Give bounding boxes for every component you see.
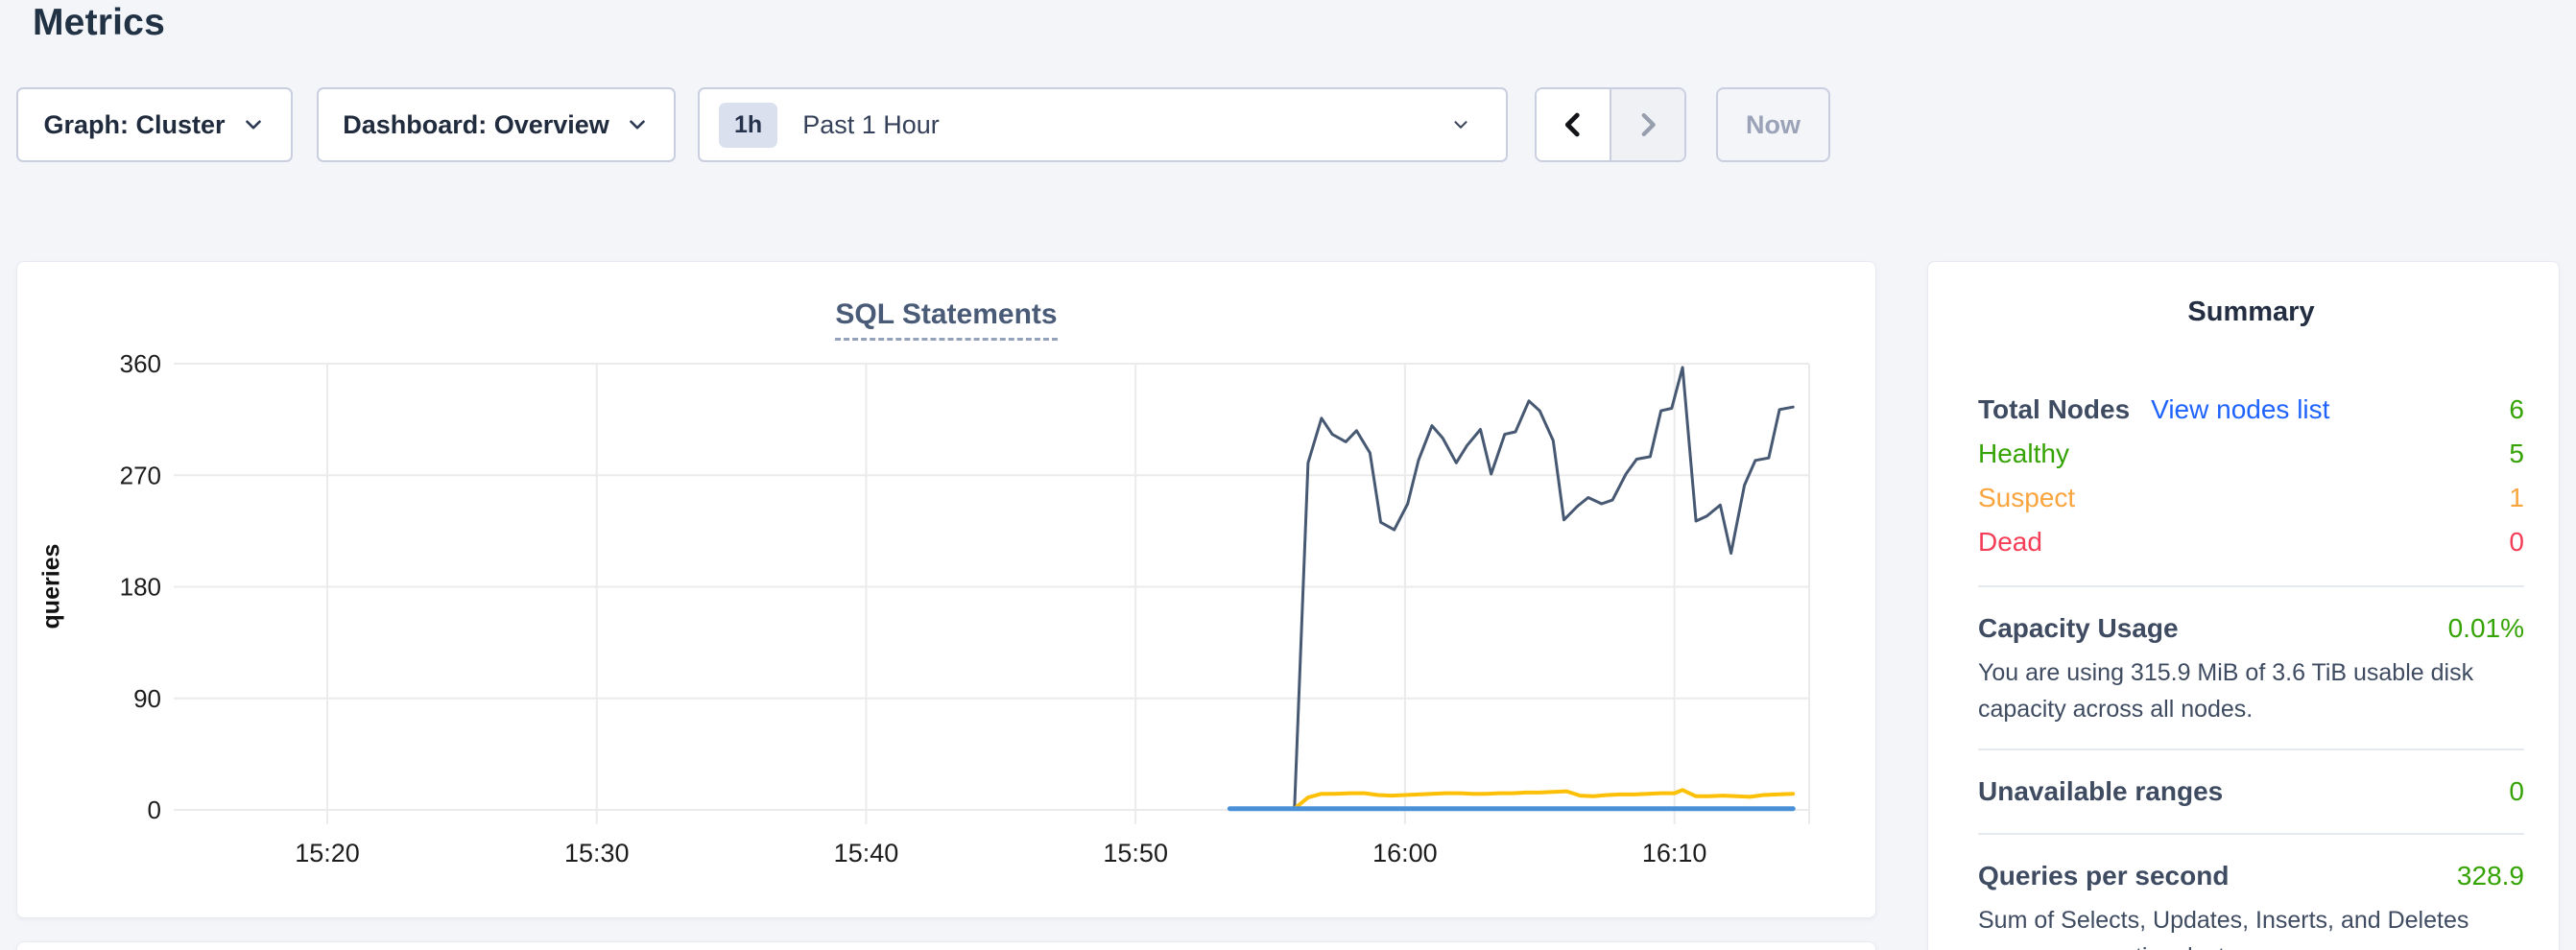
graph-dropdown-label: Graph: Cluster — [43, 110, 225, 140]
y-axis-label: queries — [38, 544, 66, 629]
time-range-label: Past 1 Hour — [802, 110, 940, 140]
total-nodes-label: Total Nodes — [1978, 394, 2130, 425]
healthy-value: 5 — [2509, 439, 2524, 469]
total-nodes-row: Total Nodes View nodes list 6 — [1978, 388, 2524, 432]
chevron-down-icon — [1450, 114, 1471, 135]
x-tick-label: 15:50 — [1103, 839, 1168, 867]
sql-statements-card: SQL Statements queries 15:2015:3015:4015… — [16, 261, 1876, 918]
graph-dropdown[interactable]: Graph: Cluster — [16, 87, 293, 162]
series-2-yellow-line — [1295, 790, 1793, 808]
chart-title-wrap: SQL Statements — [17, 298, 1875, 341]
capacity-usage-label: Capacity Usage — [1978, 613, 2179, 644]
suspect-label: Suspect — [1978, 483, 2075, 513]
suspect-row: Suspect 1 — [1978, 476, 2524, 520]
divider — [1978, 748, 2524, 750]
dashboard-dropdown[interactable]: Dashboard: Overview — [317, 87, 676, 162]
unavailable-ranges-value: 0 — [2509, 776, 2524, 807]
next-time-button[interactable] — [1611, 89, 1684, 160]
x-tick-label: 16:10 — [1642, 839, 1707, 867]
suspect-value: 1 — [2509, 483, 2524, 513]
page-title: Metrics — [33, 2, 165, 44]
x-tick-label: 16:00 — [1372, 839, 1438, 867]
y-tick-label: 0 — [148, 796, 161, 824]
time-step-buttons — [1535, 87, 1686, 162]
summary-title: Summary — [1978, 297, 2524, 328]
divider — [1978, 833, 2524, 835]
dead-label: Dead — [1978, 527, 2042, 558]
queries-per-second-description: Sum of Selects, Updates, Inserts, and De… — [1978, 902, 2524, 950]
unavailable-ranges-section: Unavailable ranges 0 — [1978, 772, 2524, 812]
now-button[interactable]: Now — [1716, 87, 1830, 162]
divider — [1978, 585, 2524, 587]
metrics-page: Metrics Graph: Cluster Dashboard: Overvi… — [0, 0, 2576, 950]
time-range-picker[interactable]: 1h Past 1 Hour — [698, 87, 1508, 162]
dead-row: Dead 0 — [1978, 520, 2524, 564]
dead-value: 0 — [2509, 527, 2524, 558]
total-nodes-value: 6 — [2509, 394, 2524, 425]
capacity-usage-value: 0.01% — [2448, 613, 2524, 644]
y-tick-label: 360 — [120, 349, 161, 378]
capacity-usage-description: You are using 315.9 MiB of 3.6 TiB usabl… — [1978, 654, 2524, 727]
next-chart-card-sliver — [16, 941, 1876, 950]
x-tick-label: 15:40 — [834, 839, 899, 867]
queries-per-second-label: Queries per second — [1978, 861, 2229, 891]
queries-per-second-section: Queries per second 328.9 Sum of Selects,… — [1978, 856, 2524, 950]
chevron-left-icon — [1557, 108, 1589, 141]
x-tick-label: 15:30 — [564, 839, 630, 867]
toolbar: Graph: Cluster Dashboard: Overview 1h Pa… — [16, 87, 1830, 162]
dashboard-dropdown-label: Dashboard: Overview — [343, 110, 609, 140]
healthy-row: Healthy 5 — [1978, 432, 2524, 476]
time-range-badge: 1h — [719, 103, 777, 148]
unavailable-ranges-label: Unavailable ranges — [1978, 776, 2223, 807]
sql-statements-chart[interactable]: 15:20 15:30 15:40 15:50 16:00 16:10 0 90 180 270 3… — [17, 262, 1877, 919]
view-nodes-list-link[interactable]: View nodes list — [2151, 394, 2329, 425]
y-tick-label: 180 — [120, 573, 161, 602]
chart-title[interactable]: SQL Statements — [835, 298, 1057, 341]
summary-panel: Summary Total Nodes View nodes list 6 He… — [1927, 261, 2560, 950]
node-status-block: Total Nodes View nodes list 6 Healthy 5 … — [1978, 388, 2524, 564]
healthy-label: Healthy — [1978, 439, 2069, 469]
y-tick-label: 90 — [133, 684, 161, 713]
queries-per-second-value: 328.9 — [2457, 861, 2524, 891]
chevron-down-icon — [625, 112, 650, 137]
previous-time-button[interactable] — [1537, 89, 1611, 160]
x-tick-label: 15:20 — [295, 839, 360, 867]
chevron-down-icon — [241, 112, 266, 137]
chevron-right-icon — [1632, 108, 1664, 141]
y-tick-label: 270 — [120, 461, 161, 489]
capacity-usage-section: Capacity Usage 0.01% You are using 315.9… — [1978, 608, 2524, 727]
